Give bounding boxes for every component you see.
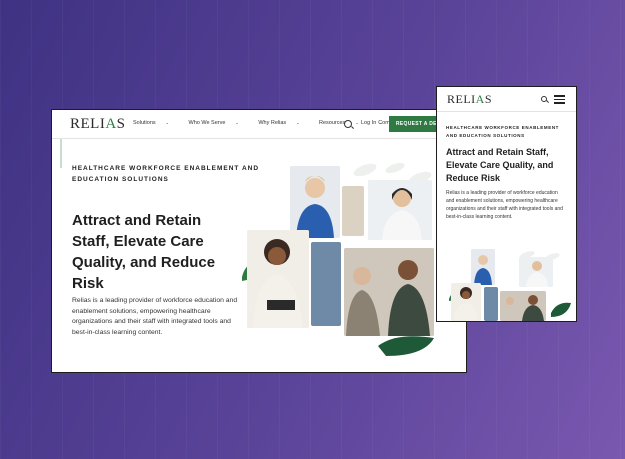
nav-item-who-we-serve[interactable]: Who We Serve ⌄ (189, 120, 248, 126)
hero-headline: Attract and Retain Staff, Elevate Care Q… (446, 147, 554, 183)
desktop-navbar: RELIAS Solutions ⌄ Who We Serve ⌄ Why Reli… (52, 110, 466, 139)
search-icon[interactable] (344, 120, 352, 128)
logo-text-end: S (484, 92, 493, 106)
desktop-browser-window: RELIAS Solutions ⌄ Who We Serve ⌄ Why Reli… (51, 109, 467, 373)
photo-window (484, 287, 498, 321)
chevron-down-icon: ⌄ (296, 120, 300, 125)
hamburger-menu-icon[interactable] (554, 95, 565, 106)
mobile-browser-window: RELIAS HEALTHCARE WORKFORCE ENABLEMENT A… (436, 86, 577, 322)
logo-accent: A (105, 116, 117, 132)
green-leaf-shape (551, 302, 571, 317)
photo-patient-consult (500, 291, 546, 321)
photo-doctor (368, 180, 432, 240)
hero-eyebrow: HEALTHCARE WORKFORCE ENABLEMENT AND EDUC… (72, 165, 260, 183)
nav-label: Who We Serve (188, 120, 226, 126)
chevron-down-icon: ⌄ (165, 120, 169, 125)
accent-bar (60, 139, 62, 168)
photo-doctor (519, 257, 553, 287)
photo-professional-woman (247, 230, 309, 328)
hero-body: Relias is a leading provider of workforc… (72, 297, 238, 336)
logo-text: RELI (447, 92, 476, 106)
photo-nurse (471, 249, 495, 285)
chevron-down-icon: ⌄ (235, 120, 239, 125)
mobile-navbar: RELIAS (437, 87, 576, 112)
logo-accent: A (475, 92, 485, 106)
logo-text-end: S (116, 116, 126, 132)
photo-nurse (290, 166, 340, 238)
login-link[interactable]: Log In ⌄ (361, 120, 382, 126)
hero-body: Relias is a leading provider of workforc… (446, 190, 563, 220)
chevron-down-icon: ⌄ (355, 120, 359, 125)
photo-patient-consult (344, 248, 434, 336)
relias-logo[interactable]: RELIAS (447, 92, 492, 107)
nav-label: Solutions (133, 120, 156, 126)
nav-label: Why Relias (258, 120, 287, 126)
nav-label: Resources (319, 120, 346, 126)
logo-text: RELI (70, 116, 106, 132)
photo-professional-woman (451, 283, 481, 321)
chevron-down-icon: ⌄ (378, 120, 383, 125)
photo-room (342, 186, 364, 236)
photo-window (311, 242, 341, 326)
login-label: Log In (361, 120, 377, 126)
search-icon[interactable] (541, 96, 547, 102)
hero-eyebrow: HEALTHCARE WORKFORCE ENABLEMENT AND EDUC… (446, 125, 560, 138)
nav-item-why-relias[interactable]: Why Relias ⌄ (258, 120, 308, 126)
hero-headline: Attract and Retain Staff, Elevate Care Q… (72, 212, 216, 292)
relias-logo[interactable]: RELIAS (70, 116, 126, 133)
nav-item-solutions[interactable]: Solutions ⌄ (133, 120, 178, 126)
